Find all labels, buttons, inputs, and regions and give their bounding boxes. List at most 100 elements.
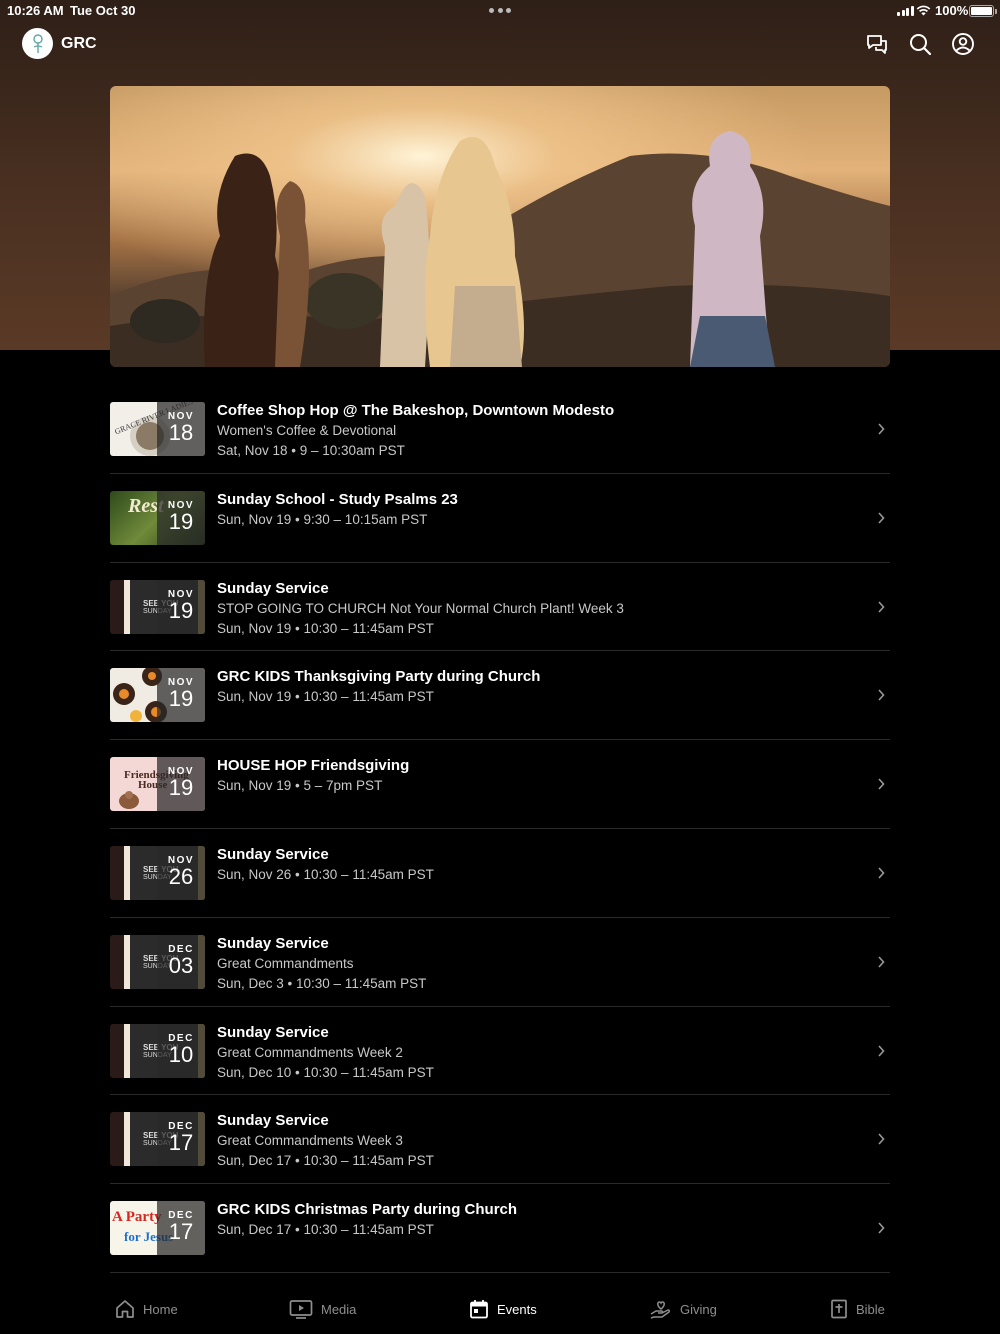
event-item[interactable]: SEE YOU SUNDAY DEC 10 Sunday Service Gre… bbox=[110, 1007, 890, 1096]
status-date: Tue Oct 30 bbox=[70, 3, 136, 18]
battery-percent: 100% bbox=[935, 3, 969, 18]
event-datetime: Sun, Nov 19 • 9:30 – 10:15am PST bbox=[217, 511, 428, 527]
church-logo-icon[interactable] bbox=[22, 28, 53, 59]
event-item[interactable]: GRACE RIVER LADIES NOV 18 Coffee Shop Ho… bbox=[110, 385, 890, 474]
battery-icon bbox=[969, 5, 997, 17]
event-thumbnail: SEE YOU SUNDAY DEC 17 bbox=[110, 1112, 205, 1167]
chevron-right-icon bbox=[878, 512, 885, 524]
event-datetime: Sun, Nov 19 • 10:30 – 11:45am PST bbox=[217, 620, 434, 636]
event-item[interactable]: Friendsgiving House NOV 19 HOUSE HOP Fri… bbox=[110, 740, 890, 829]
status-bar: 10:26 AM Tue Oct 30 100% bbox=[0, 0, 1000, 22]
event-thumbnail: NOV 19 bbox=[110, 668, 205, 723]
tab-label: Home bbox=[143, 1301, 178, 1317]
chevron-right-icon bbox=[878, 778, 885, 790]
tab-media[interactable]: Media bbox=[289, 1297, 356, 1321]
event-datetime: Sun, Dec 10 • 10:30 – 11:45am PST bbox=[217, 1064, 434, 1080]
tab-bar: Home Media Events Giving Bible bbox=[0, 1285, 1000, 1334]
event-item[interactable]: SEE YOU SUNDAY DEC 03 Sunday Service Gre… bbox=[110, 918, 890, 1007]
event-day: 18 bbox=[168, 420, 194, 445]
event-item[interactable]: SEE YOU SUNDAY NOV 19 Sunday Service STO… bbox=[110, 563, 890, 652]
chevron-right-icon bbox=[878, 1045, 885, 1057]
date-badge: NOV 18 bbox=[157, 402, 205, 456]
wifi-icon bbox=[916, 5, 931, 16]
event-title: Sunday School - Study Psalms 23 bbox=[217, 490, 458, 508]
date-badge: DEC 17 bbox=[157, 1112, 205, 1167]
tab-home[interactable]: Home bbox=[115, 1297, 178, 1321]
event-day: 10 bbox=[168, 1041, 194, 1067]
event-day: 19 bbox=[168, 775, 194, 801]
chevron-right-icon bbox=[878, 867, 885, 879]
event-datetime: Sun, Dec 17 • 10:30 – 11:45am PST bbox=[217, 1222, 434, 1238]
event-title: Sunday Service bbox=[217, 934, 329, 952]
date-badge: NOV 19 bbox=[157, 579, 205, 634]
event-datetime: Sun, Nov 19 • 10:30 – 11:45am PST bbox=[217, 689, 434, 705]
event-datetime: Sun, Dec 3 • 10:30 – 11:45am PST bbox=[217, 975, 427, 991]
event-title: Sunday Service bbox=[217, 845, 329, 863]
event-title: GRC KIDS Christmas Party during Church bbox=[217, 1201, 518, 1219]
chevron-right-icon bbox=[878, 601, 885, 613]
bible-icon bbox=[831, 1299, 847, 1319]
search-icon[interactable] bbox=[908, 32, 932, 56]
chevron-right-icon bbox=[878, 1133, 885, 1145]
app-title: GRC bbox=[61, 35, 97, 52]
chat-icon[interactable] bbox=[865, 32, 889, 56]
event-subtitle: Great Commandments Week 3 bbox=[217, 1133, 403, 1149]
date-badge: NOV 19 bbox=[157, 490, 205, 545]
multitasking-dots-icon[interactable] bbox=[489, 8, 511, 14]
event-item[interactable]: SEE YOU SUNDAY NOV 26 Sunday Service Sun… bbox=[110, 829, 890, 918]
event-day: 19 bbox=[168, 597, 194, 623]
event-subtitle: Women's Coffee & Devotional bbox=[217, 423, 397, 438]
event-thumbnail: Rest NOV 19 bbox=[110, 490, 205, 545]
event-item[interactable]: NOV 19 GRC KIDS Thanksgiving Party durin… bbox=[110, 651, 890, 741]
event-day: 19 bbox=[168, 508, 194, 534]
event-item[interactable]: A Party for Jesus DEC 17 GRC KIDS Christ… bbox=[110, 1184, 890, 1273]
media-icon bbox=[289, 1300, 313, 1319]
event-datetime: Sun, Nov 26 • 10:30 – 11:45am PST bbox=[217, 866, 434, 882]
event-title: Sunday Service bbox=[217, 579, 329, 597]
calendar-icon bbox=[470, 1300, 488, 1319]
tab-label: Giving bbox=[680, 1301, 717, 1317]
event-thumbnail: A Party for Jesus DEC 17 bbox=[110, 1201, 205, 1256]
event-thumbnail: SEE YOU SUNDAY NOV 26 bbox=[110, 845, 205, 900]
date-badge: NOV 26 bbox=[157, 845, 205, 900]
event-subtitle: Great Commandments bbox=[217, 955, 354, 971]
tab-giving[interactable]: Giving bbox=[650, 1297, 717, 1321]
event-title: Sunday Service bbox=[217, 1112, 329, 1130]
event-datetime: Sun, Nov 19 • 5 – 7pm PST bbox=[217, 778, 383, 794]
date-badge: NOV 19 bbox=[157, 757, 205, 812]
tab-events[interactable]: Events bbox=[469, 1297, 537, 1321]
status-time: 10:26 AM bbox=[7, 3, 64, 18]
tab-bible[interactable]: Bible bbox=[830, 1297, 885, 1321]
event-title: Coffee Shop Hop @ The Bakeshop, Downtown… bbox=[217, 402, 615, 419]
date-badge: DEC 17 bbox=[157, 1201, 205, 1256]
event-datetime: Sun, Dec 17 • 10:30 – 11:45am PST bbox=[217, 1153, 434, 1169]
event-thumbnail: SEE YOU SUNDAY NOV 19 bbox=[110, 579, 205, 634]
event-day: 17 bbox=[168, 1219, 194, 1245]
hero-banner-image[interactable] bbox=[110, 86, 890, 367]
event-thumbnail: SEE YOU SUNDAY DEC 03 bbox=[110, 934, 205, 989]
event-thumbnail: SEE YOU SUNDAY DEC 10 bbox=[110, 1023, 205, 1078]
event-thumbnail: Friendsgiving House NOV 19 bbox=[110, 757, 205, 812]
event-day: 26 bbox=[168, 863, 194, 889]
cellular-signal-icon bbox=[897, 6, 914, 16]
home-icon bbox=[116, 1300, 134, 1318]
events-list: GRACE RIVER LADIES NOV 18 Coffee Shop Ho… bbox=[110, 385, 890, 1273]
date-badge: DEC 03 bbox=[157, 934, 205, 989]
chevron-right-icon bbox=[878, 1222, 885, 1234]
event-day: 19 bbox=[168, 686, 194, 712]
event-datetime: Sat, Nov 18 • 9 – 10:30am PST bbox=[217, 443, 405, 458]
tab-label: Bible bbox=[856, 1301, 885, 1317]
event-title: GRC KIDS Thanksgiving Party during Churc… bbox=[217, 668, 541, 686]
date-badge: NOV 19 bbox=[157, 668, 205, 723]
event-subtitle: Great Commandments Week 2 bbox=[217, 1044, 403, 1060]
app-header: GRC bbox=[0, 28, 1000, 62]
chevron-right-icon bbox=[878, 423, 885, 435]
chevron-right-icon bbox=[878, 689, 885, 701]
giving-icon bbox=[650, 1301, 671, 1319]
event-item[interactable]: Rest NOV 19 Sunday School - Study Psalms… bbox=[110, 474, 890, 563]
event-item[interactable]: SEE YOU SUNDAY DEC 17 Sunday Service Gre… bbox=[110, 1095, 890, 1185]
event-title: HOUSE HOP Friendsgiving bbox=[217, 757, 410, 775]
account-icon[interactable] bbox=[951, 32, 975, 56]
thumb-caption: A Party bbox=[112, 1209, 162, 1226]
event-day: 17 bbox=[168, 1130, 194, 1156]
